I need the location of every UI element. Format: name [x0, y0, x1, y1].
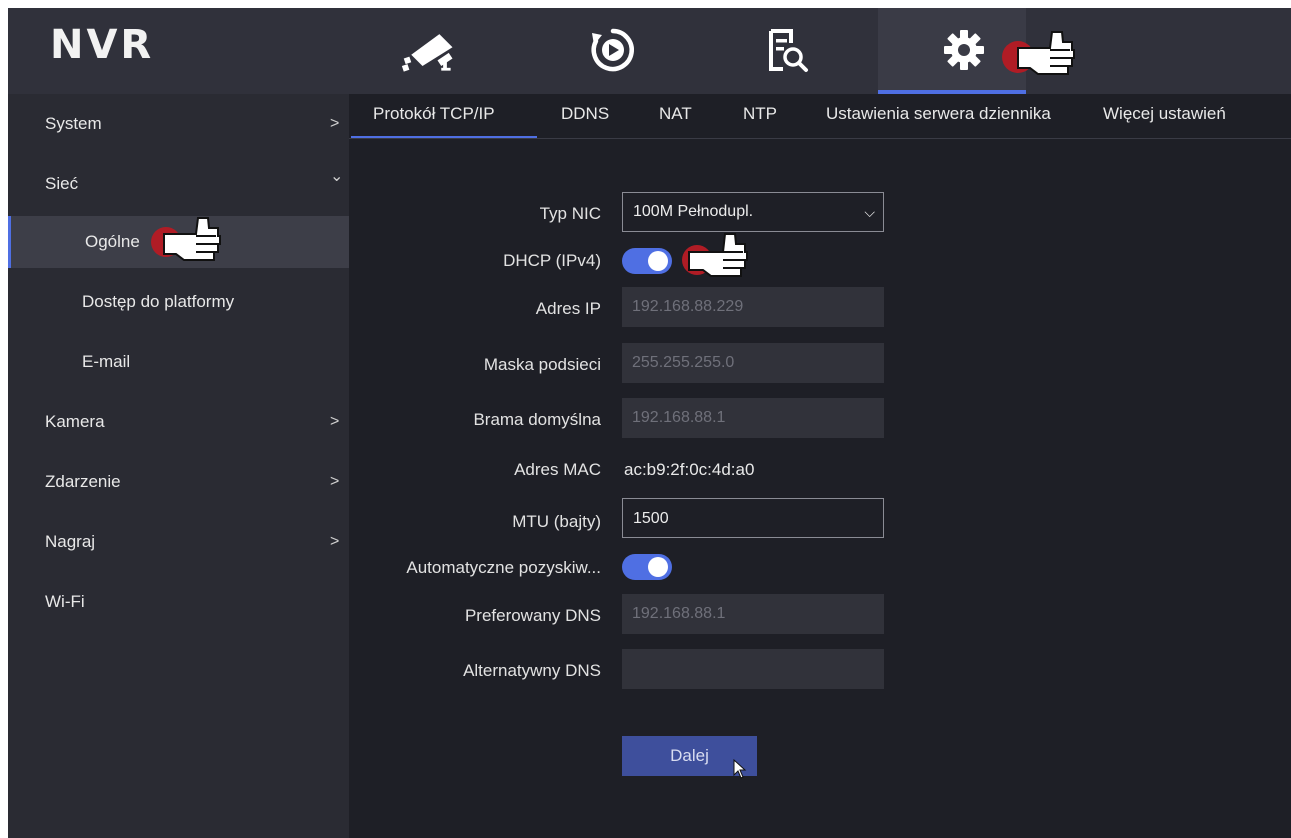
default-gateway-field[interactable]: 192.168.88.1	[622, 398, 884, 438]
pointing-hand-icon	[1002, 31, 1075, 75]
subnet-mask-field[interactable]: 255.255.255.0	[622, 343, 884, 383]
tab-more-settings[interactable]: Więcej ustawień	[1103, 104, 1226, 124]
mtu-field[interactable]: 1500	[622, 498, 884, 538]
sidebar-item-label: E-mail	[82, 352, 131, 371]
mac-address-label: Adres MAC	[514, 460, 601, 479]
tab-tcp-ip[interactable]: Protokół TCP/IP	[373, 104, 495, 124]
toggle-knob	[648, 557, 668, 577]
top-nav-bar: NVR	[8, 8, 1291, 94]
nvr-logo: NVR	[50, 22, 155, 68]
chevron-right-icon: >	[330, 115, 340, 132]
tab-log-server[interactable]: Ustawienia serwera dziennika	[826, 104, 1051, 124]
sidebar-item-event[interactable]: Zdarzenie >	[8, 456, 349, 508]
chevron-right-icon: >	[330, 473, 340, 490]
preferred-dns-label: Preferowany DNS	[464, 606, 601, 625]
sidebar-item-label: Wi-Fi	[45, 592, 85, 611]
preferred-dns-field[interactable]: 192.168.88.1	[622, 594, 884, 634]
mouse-cursor-icon	[733, 759, 747, 779]
ip-address-field[interactable]: 192.168.88.229	[622, 287, 884, 327]
mac-address-value: ac:b9:2f:0c:4d:a0	[624, 460, 755, 479]
sidebar-item-label: Sieć	[45, 174, 79, 193]
sidebar-item-label: Kamera	[45, 412, 105, 431]
sidebar-item-label: Nagraj	[45, 532, 96, 551]
ip-address-label: Adres IP	[535, 299, 601, 318]
mtu-label: MTU (bajty)	[512, 512, 601, 531]
tab-nat[interactable]: NAT	[659, 104, 692, 124]
live-view-icon[interactable]	[400, 22, 460, 78]
sidebar-item-email[interactable]: E-mail	[8, 336, 349, 388]
chevron-right-icon: >	[330, 413, 340, 430]
sidebar-item-label: Zdarzenie	[45, 472, 121, 491]
settings-sidebar: System > Sieć ⌄ Ogólne Dostęp do platfor…	[8, 94, 349, 838]
dhcp-toggle[interactable]	[622, 248, 672, 274]
sidebar-item-general[interactable]: Ogólne	[8, 216, 349, 268]
sidebar-item-network[interactable]: Sieć ⌄	[8, 158, 349, 210]
chevron-down-icon: ⌵	[864, 204, 875, 220]
nvr-app: NVR System > Sieć ⌄ Ogólne Dostęp do pla…	[8, 8, 1291, 838]
sidebar-item-system[interactable]: System >	[8, 98, 349, 150]
dhcp-label: DHCP (IPv4)	[503, 251, 601, 270]
sidebar-item-label: System	[45, 114, 102, 133]
sidebar-item-label: Ogólne	[85, 232, 140, 251]
alternate-dns-field[interactable]	[622, 649, 884, 689]
sidebar-item-platform-access[interactable]: Dostęp do platformy	[8, 276, 349, 328]
pointing-hand-icon	[682, 233, 748, 277]
active-tab-underline	[351, 136, 537, 138]
toggle-knob	[648, 251, 668, 271]
tab-ntp[interactable]: NTP	[743, 104, 777, 124]
network-tabs: Protokół TCP/IP DDNS NAT NTP Ustawienia …	[349, 94, 1291, 139]
sidebar-item-record[interactable]: Nagraj >	[8, 516, 349, 568]
sidebar-item-wifi[interactable]: Wi-Fi	[8, 576, 349, 628]
nic-type-value: 100M Pełnodupl.	[633, 203, 754, 220]
pointing-hand-icon	[151, 217, 221, 261]
search-icon[interactable]	[756, 22, 816, 78]
tab-ddns[interactable]: DDNS	[561, 104, 609, 124]
auto-dns-toggle[interactable]	[622, 554, 672, 580]
network-general-panel: Protokół TCP/IP DDNS NAT NTP Ustawienia …	[349, 94, 1291, 838]
chevron-right-icon: >	[330, 533, 340, 550]
nic-type-label: Typ NIC	[539, 204, 601, 223]
alternate-dns-label: Alternatywny DNS	[463, 661, 601, 680]
chevron-down-icon: ⌄	[330, 168, 344, 185]
auto-dns-label: Automatyczne pozyskiw...	[406, 558, 601, 577]
gear-icon[interactable]	[934, 22, 994, 78]
sidebar-item-camera[interactable]: Kamera >	[8, 396, 349, 448]
subnet-mask-label: Maska podsieci	[483, 355, 601, 374]
default-gateway-label: Brama domyślna	[473, 410, 601, 429]
playback-icon[interactable]	[583, 22, 643, 78]
sidebar-item-label: Dostęp do platformy	[82, 292, 235, 311]
